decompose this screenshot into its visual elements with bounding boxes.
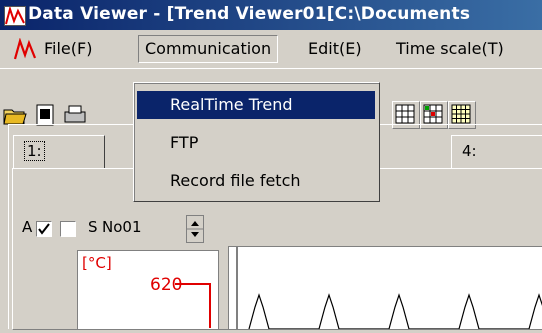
dropdown-item-realtime-trend[interactable]: RealTime Trend: [137, 91, 375, 119]
window-title: Data Viewer - [Trend Viewer01[C:\Documen…: [28, 4, 471, 24]
menu-file[interactable]: File(F): [38, 36, 98, 62]
menu-time-scale[interactable]: Time scale(T): [390, 36, 510, 62]
dropdown-item-ftp[interactable]: FTP: [137, 129, 375, 157]
s-checkbox[interactable]: [60, 221, 76, 237]
menu-communication[interactable]: Communication: [138, 35, 279, 63]
trend-plot: [236, 247, 542, 330]
a-label: A: [22, 218, 33, 236]
menu-edit[interactable]: Edit(E): [302, 36, 368, 62]
document-icon[interactable]: [13, 37, 37, 60]
s-label: S: [88, 218, 98, 236]
tab-4-label: 4:: [462, 142, 477, 160]
communication-dropdown: RealTime Trend FTP Record file fetch: [133, 82, 380, 202]
trend-chart[interactable]: [228, 246, 542, 330]
tab-1[interactable]: 1:: [13, 135, 105, 169]
tab-4[interactable]: 4:: [451, 135, 542, 169]
app-icon: [4, 5, 26, 26]
axis-line: [175, 283, 211, 328]
trend-line: [248, 293, 542, 330]
unit-label: [°C]: [82, 254, 112, 272]
tab-1-label: 1:: [24, 141, 45, 161]
channel-label: No01: [102, 218, 142, 236]
channel-spinner[interactable]: [186, 215, 204, 243]
dropdown-item-record-file-fetch[interactable]: Record file fetch: [137, 167, 375, 195]
a-checkbox[interactable]: [36, 221, 52, 237]
